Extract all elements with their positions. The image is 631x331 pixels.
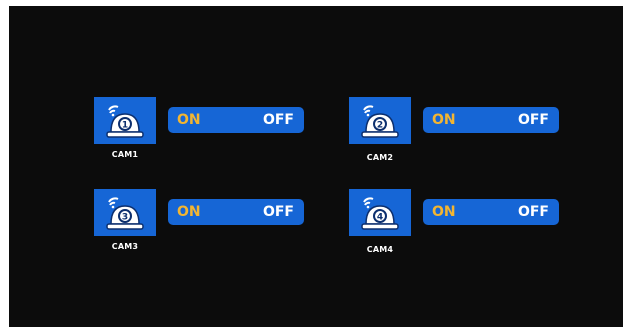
camera-1-tile[interactable]: 1 <box>94 97 156 144</box>
camera-2-tile[interactable]: 2 <box>349 97 411 144</box>
camera-number: 3 <box>122 213 128 223</box>
dome-camera-wifi-icon: 2 <box>361 105 399 138</box>
on-option[interactable]: ON <box>177 111 201 129</box>
camera-number: 1 <box>122 121 128 131</box>
dome-camera-wifi-icon: 4 <box>361 197 399 230</box>
on-option[interactable]: ON <box>432 203 456 221</box>
camera-control-screen: 1 ON OFF CAM1 2 ON OFF CAM2 3 ON OFF CAM… <box>9 6 623 327</box>
on-option[interactable]: ON <box>432 111 456 129</box>
off-option[interactable]: OFF <box>263 111 294 129</box>
camera-number: 4 <box>377 213 383 223</box>
camera-4-tile[interactable]: 4 <box>349 189 411 236</box>
off-option[interactable]: OFF <box>518 111 549 129</box>
camera-number: 2 <box>377 121 383 131</box>
off-option[interactable]: OFF <box>518 203 549 221</box>
camera-2-label: CAM2 <box>366 153 394 162</box>
dome-camera-wifi-icon: 3 <box>106 197 144 230</box>
camera-1-label: CAM1 <box>111 150 139 159</box>
camera-1-toggle[interactable]: ON OFF <box>168 107 304 133</box>
camera-3-toggle[interactable]: ON OFF <box>168 199 304 225</box>
camera-3-tile[interactable]: 3 <box>94 189 156 236</box>
on-option[interactable]: ON <box>177 203 201 221</box>
off-option[interactable]: OFF <box>263 203 294 221</box>
camera-2-toggle[interactable]: ON OFF <box>423 107 559 133</box>
camera-4-toggle[interactable]: ON OFF <box>423 199 559 225</box>
dome-camera-wifi-icon: 1 <box>106 105 144 138</box>
camera-4-label: CAM4 <box>366 245 394 254</box>
camera-3-label: CAM3 <box>111 242 139 251</box>
